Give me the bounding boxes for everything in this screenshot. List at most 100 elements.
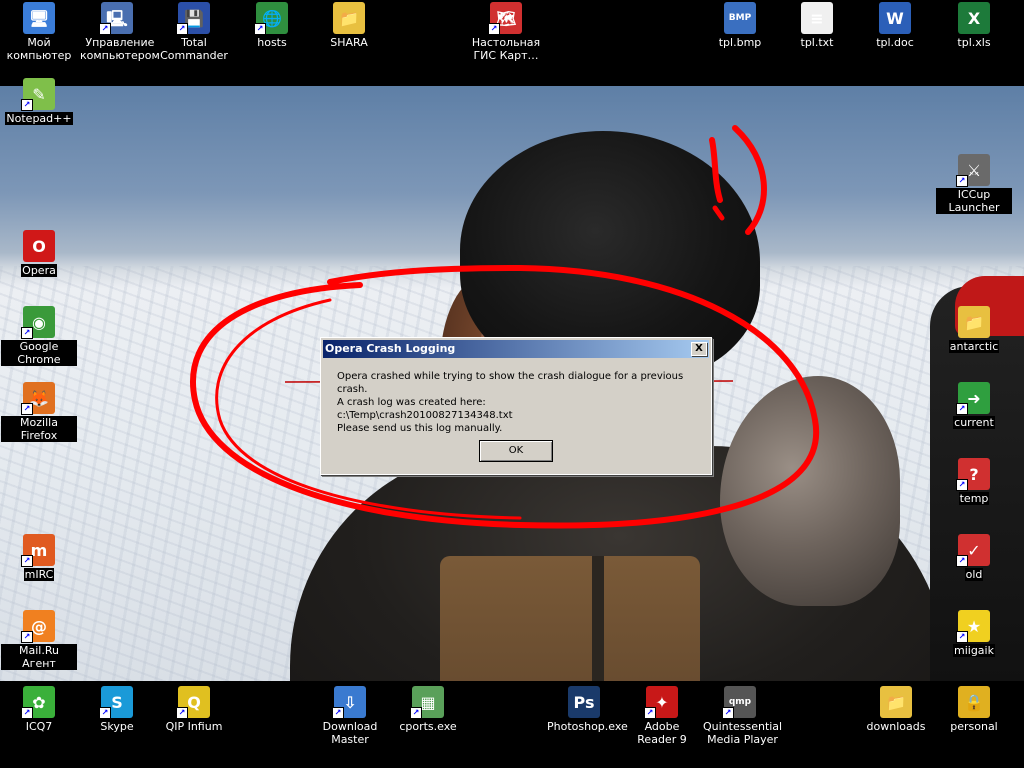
desktop-icon-mirc[interactable]: m ↗ mIRC [1, 534, 77, 581]
desktop-icon-shara[interactable]: 📁 SHARA [311, 2, 387, 49]
shortcut-arrow-icon: ↗ [176, 707, 188, 719]
download-master-glyph: ⇩ [343, 692, 357, 712]
desktop-icon-label: personal [950, 720, 998, 733]
desktop-icon-label: Photoshop.exe [547, 720, 628, 733]
desktop-icon-label: temp [958, 492, 990, 505]
dialog-title: Opera Crash Logging [325, 342, 456, 355]
dialog-line-send-log: Please send us this log manually. [337, 423, 503, 434]
desktop-icon-hosts[interactable]: 🌐 ↗ hosts [234, 2, 310, 49]
notepad-plus-plus-icon: ✎ ↗ [21, 78, 55, 111]
desktop-icon-icq7[interactable]: ✿ ↗ ICQ7 [1, 686, 77, 733]
antarctic-glyph: 📁 [964, 312, 984, 332]
desktop-icon-tpl-doc[interactable]: Wtpl.doc [857, 2, 933, 49]
opera-icon: O [23, 230, 55, 262]
tpl-bmp-glyph: BMP [728, 12, 752, 23]
desktop-icon-iccup-launcher[interactable]: ⚔ ↗ ICCup Launcher [936, 154, 1012, 214]
shortcut-arrow-icon: ↗ [21, 327, 33, 339]
desktop-icon-mozilla-firefox[interactable]: 🦊 ↗ Mozilla Firefox [1, 382, 77, 442]
google-chrome-icon: ◉ ↗ [21, 306, 55, 339]
shortcut-arrow-icon: ↗ [644, 707, 656, 719]
desktop-icon-total-commander[interactable]: 💾 ↗ Total Commander [156, 2, 232, 62]
desktop-icon-tpl-xls[interactable]: Xtpl.xls [936, 2, 1012, 49]
ok-button[interactable]: OK [479, 440, 553, 462]
shortcut-arrow-icon: ↗ [956, 555, 968, 567]
desktop-icon-label: downloads [866, 720, 926, 733]
old-glyph: ✓ [967, 540, 981, 560]
desktop-icon-personal[interactable]: 🔒 personal [936, 686, 1012, 733]
downloads-icon: 📁 [880, 686, 912, 718]
desktop-icon-label: Total Commander [160, 36, 228, 62]
desktop-icon-quintessential[interactable]: qmp ↗ Quintessential Media Player [702, 686, 782, 746]
desktop-icon-tpl-txt[interactable]: ≡ tpl.txt [779, 2, 855, 49]
desktop-icon-google-chrome[interactable]: ◉ ↗ Google Chrome [1, 306, 77, 366]
desktop-icon-skype[interactable]: S ↗ Skype [79, 686, 155, 733]
desktop-icon-my-computer[interactable]: 🖥 Мой компьютер [1, 2, 77, 62]
downloads-glyph: 📁 [886, 692, 906, 712]
desktop-icon-label: Skype [100, 720, 134, 733]
photoshop-icon: Ps [568, 686, 600, 718]
adobe-reader-icon: ✦ ↗ [644, 686, 678, 719]
skype-glyph: S [111, 692, 123, 712]
close-button[interactable]: X [691, 342, 707, 356]
shortcut-arrow-icon: ↗ [21, 631, 33, 643]
dialog-message: Opera crashed while trying to show the c… [321, 360, 711, 435]
shortcut-arrow-icon: ↗ [332, 707, 344, 719]
close-icon: X [695, 343, 703, 354]
shortcut-arrow-icon: ↗ [956, 479, 968, 491]
desktop-icon-tpl-bmp[interactable]: BMP tpl.bmp [702, 2, 778, 49]
desktop-icon-notepad-plus-plus[interactable]: ✎ ↗ Notepad++ [1, 78, 77, 125]
skype-icon: S ↗ [99, 686, 133, 719]
desktop-icon-label: ICCup Launcher [936, 188, 1012, 214]
my-computer-icon: 🖥 [23, 2, 55, 34]
personal-icon: 🔒 [958, 686, 990, 718]
shortcut-arrow-icon: ↗ [956, 175, 968, 187]
icq7-icon: ✿ ↗ [21, 686, 55, 719]
desktop-icon-cports[interactable]: ▦ ↗ cports.exe [390, 686, 466, 733]
desktop-icon-label: SHARA [330, 36, 368, 49]
temp-icon: ? ↗ [956, 458, 990, 491]
desktop-icon-miigaik[interactable]: ★ ↗ miigaik [936, 610, 1012, 657]
desktop-icon-temp[interactable]: ? ↗ temp [936, 458, 1012, 505]
desktop-icon-old[interactable]: ✓ ↗ old [936, 534, 1012, 581]
desktop-icon-label: Opera [21, 264, 57, 277]
desktop-icon-antarctic[interactable]: 📁 antarctic [936, 306, 1012, 353]
total-commander-icon: 💾 ↗ [176, 2, 210, 35]
desktop-icon-adobe-reader[interactable]: ✦ ↗ Adobe Reader 9 [624, 686, 700, 746]
shara-icon: 📁 [333, 2, 365, 34]
dialog-titlebar[interactable]: Opera Crash Logging X [323, 340, 709, 358]
desktop-icon-current[interactable]: ➜ ↗ current [936, 382, 1012, 429]
photoshop-glyph: Ps [573, 692, 595, 712]
mirc-glyph: m [30, 540, 48, 560]
my-computer-glyph: 🖥 [28, 8, 50, 28]
desktop-icon-label: tpl.bmp [718, 36, 762, 49]
adobe-reader-glyph: ✦ [655, 692, 669, 712]
desktop-icon-gis-kart[interactable]: 🗺 ↗ Настольная ГИС Карт… [468, 2, 544, 62]
desktop-icon-label: QIP Infium [165, 720, 223, 733]
desktop-icon-computer-management[interactable]: 🖳 ↗ Управление компьютером [79, 2, 160, 62]
shortcut-arrow-icon: ↗ [722, 707, 734, 719]
cports-glyph: ▦ [420, 692, 436, 712]
desktop-icon-label: Google Chrome [1, 340, 77, 366]
desktop-icon-opera[interactable]: O Opera [1, 230, 77, 277]
qip-infium-glyph: Q [187, 692, 201, 712]
mozilla-firefox-icon: 🦊 ↗ [21, 382, 55, 415]
opera-crash-dialog: Opera Crash Logging X Opera crashed whil… [320, 337, 712, 475]
desktop-icon-photoshop[interactable]: Ps Photoshop.exe [546, 686, 628, 733]
desktop-icon-download-master[interactable]: ⇩ ↗ Download Master [312, 686, 388, 746]
desktop-icon-label: Мой компьютер [6, 36, 72, 62]
desktop-icon-mail-ru-agent[interactable]: @ ↗ Mail.Ru Агент [1, 610, 77, 670]
desktop-icon-downloads[interactable]: 📁 downloads [858, 686, 934, 733]
desktop-icon-label: old [964, 568, 984, 581]
desktop-icon-label: mIRC [23, 568, 55, 581]
wallpaper-coat-panel [440, 556, 700, 681]
notepad-plus-plus-glyph: ✎ [32, 84, 46, 104]
dialog-line-log-path: c:\Temp\crash20100827134348.txt [337, 410, 513, 421]
desktop-icon-label: Adobe Reader 9 [637, 720, 687, 746]
desktop-icon-label: hosts [257, 36, 287, 49]
tpl-xls-glyph: X [967, 8, 981, 28]
google-chrome-glyph: ◉ [32, 312, 46, 332]
cports-icon: ▦ ↗ [410, 686, 444, 719]
desktop-icon-label: miigaik [953, 644, 995, 657]
desktop-icon-qip-infium[interactable]: Q ↗ QIP Infium [156, 686, 232, 733]
current-icon: ➜ ↗ [956, 382, 990, 415]
